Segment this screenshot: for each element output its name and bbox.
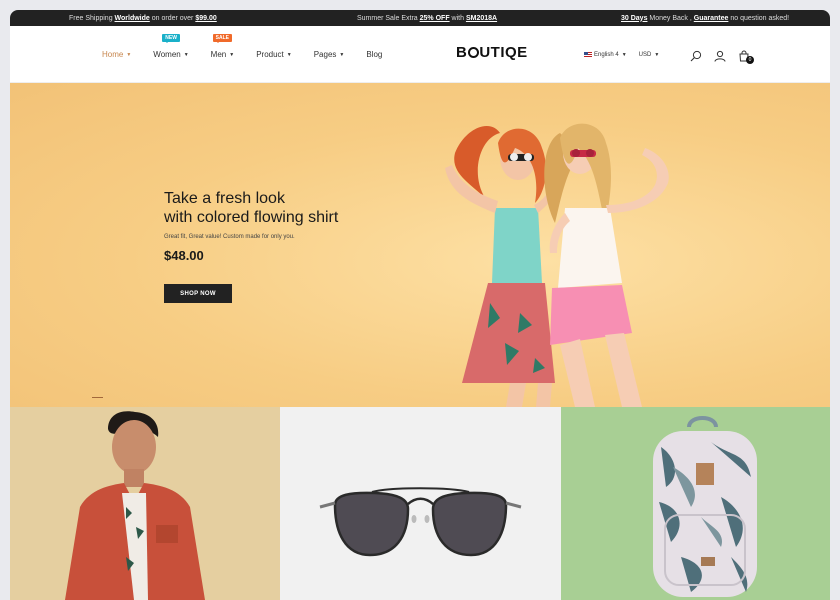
new-badge: NEW bbox=[162, 34, 180, 43]
days-link[interactable]: 30 Days bbox=[621, 15, 647, 22]
nav-men[interactable]: SALE Men ▼ bbox=[211, 34, 235, 59]
shipping-message: Free Shipping Worldwide on order over $9… bbox=[69, 14, 217, 22]
sale-message: Summer Sale Extra 25% OFF with SM2018A bbox=[357, 14, 498, 22]
chevron-down-icon: ▼ bbox=[654, 51, 660, 58]
site-header: Home ▼ NEW Women ▼ SALE Men ▼ Product ▼ Page… bbox=[10, 26, 830, 83]
nav-pages[interactable]: Pages ▼ bbox=[314, 50, 345, 59]
logo-o-mark bbox=[467, 47, 479, 58]
product-tiles bbox=[10, 407, 830, 600]
page-frame: Free Shipping Worldwide on order over $9… bbox=[10, 10, 830, 600]
tile-sunglasses[interactable] bbox=[280, 407, 561, 600]
guarantee-link[interactable]: Guarantee bbox=[694, 15, 729, 22]
guarantee-message: 30 Days Money Back , Guarantee no questi… bbox=[621, 14, 790, 22]
man-in-red-shirt-image bbox=[65, 411, 205, 600]
cart-count-badge: 0 bbox=[746, 55, 754, 64]
hero-models-image bbox=[445, 123, 669, 407]
hero-banner: Take a fresh look with colored flowing s… bbox=[10, 83, 830, 407]
chevron-down-icon: ▼ bbox=[286, 51, 292, 58]
nav-product[interactable]: Product ▼ bbox=[256, 50, 292, 59]
chevron-down-icon: ▼ bbox=[229, 51, 235, 58]
tile-backpack[interactable] bbox=[561, 407, 830, 600]
hero-title: Take a fresh look with colored flowing s… bbox=[164, 190, 339, 226]
tile-men-shirt[interactable] bbox=[10, 407, 280, 600]
chevron-down-icon: ▼ bbox=[183, 51, 189, 58]
hero-price: $48.00 bbox=[164, 248, 204, 263]
aviator-sunglasses-image bbox=[319, 487, 522, 557]
header-utilities: English 4 ▼ USD ▼ bbox=[584, 26, 671, 83]
slider-indicator[interactable] bbox=[92, 397, 103, 398]
sale-badge: SALE bbox=[212, 34, 233, 43]
main-nav: Home ▼ NEW Women ▼ SALE Men ▼ Product ▼ Page… bbox=[102, 26, 404, 83]
nav-blog[interactable]: Blog bbox=[366, 50, 382, 59]
chevron-down-icon: ▼ bbox=[339, 51, 345, 58]
user-icon[interactable] bbox=[714, 49, 726, 62]
order-amount[interactable]: $99.00 bbox=[195, 15, 216, 22]
discount-link[interactable]: 25% OFF bbox=[420, 15, 450, 22]
tropical-backpack-image bbox=[653, 416, 757, 597]
shop-now-button[interactable]: SHOP NOW bbox=[164, 284, 232, 303]
currency-selector[interactable]: USD ▼ bbox=[639, 52, 660, 58]
coupon-code[interactable]: SM2018A bbox=[466, 15, 497, 22]
nav-women[interactable]: NEW Women ▼ bbox=[153, 34, 189, 59]
chevron-down-icon: ▼ bbox=[126, 51, 132, 58]
site-logo[interactable]: B UTIQE bbox=[456, 44, 528, 61]
chevron-down-icon: ▼ bbox=[621, 51, 627, 58]
announcement-bar: Free Shipping Worldwide on order over $9… bbox=[10, 10, 830, 26]
hero-subtitle: Great fit, Great value! Custom made for … bbox=[164, 234, 295, 240]
nav-home[interactable]: Home ▼ bbox=[102, 50, 131, 59]
search-icon[interactable] bbox=[690, 49, 702, 61]
language-selector[interactable]: English 4 ▼ bbox=[584, 52, 627, 58]
worldwide-link[interactable]: Worldwide bbox=[115, 15, 150, 22]
us-flag-icon bbox=[584, 52, 592, 57]
header-icons: 0 bbox=[690, 26, 754, 83]
cart-icon[interactable]: 0 bbox=[738, 49, 754, 64]
